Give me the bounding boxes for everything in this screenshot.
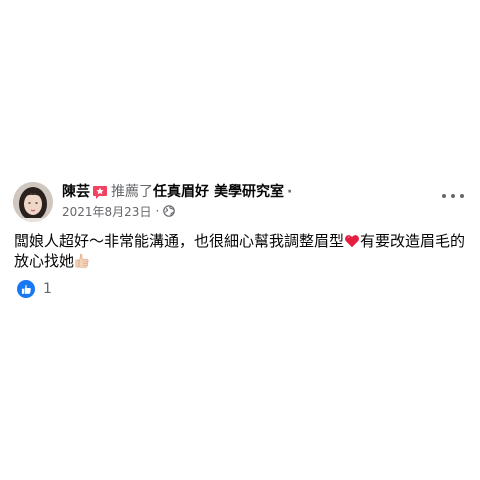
post-card: 陳芸 推薦了 任真眉好 美學研究室 · 2021年8月23日 · 闆娘人超好～非…: [0, 178, 480, 303]
recommend-verb: 推薦了: [111, 184, 153, 200]
post-date[interactable]: 2021年8月23日: [62, 203, 151, 220]
more-icon-dot: [451, 194, 455, 198]
reaction-count: 1: [43, 281, 52, 297]
reactions-bar[interactable]: 1: [17, 280, 52, 298]
header-dot: ·: [287, 184, 293, 200]
recommend-icon: [92, 184, 108, 200]
post-meta: 2021年8月23日 ·: [62, 203, 176, 220]
author-name[interactable]: 陳芸: [62, 182, 90, 202]
more-icon-dot: [460, 194, 464, 198]
thumbs-up-icon: [74, 253, 90, 269]
like-icon: [17, 280, 35, 298]
heart-icon: [344, 233, 360, 249]
meta-dot: ·: [155, 204, 160, 218]
page-name-link-2[interactable]: 美學研究室: [214, 182, 284, 202]
post-header: 陳芸 推薦了 任真眉好 美學研究室 ·: [62, 182, 292, 202]
globe-icon: [163, 205, 176, 217]
page-name-link[interactable]: 任真眉好: [153, 182, 209, 202]
more-icon-dot: [442, 194, 446, 198]
avatar-image: [13, 182, 53, 222]
more-options-button[interactable]: [442, 190, 464, 202]
avatar[interactable]: [13, 182, 53, 222]
post-text-part1: 闆娘人超好～非常能溝通，也很細心幫我調整眉型: [14, 232, 345, 250]
post-text: 闆娘人超好～非常能溝通，也很細心幫我調整眉型 有要改造眉毛的放心找她: [14, 231, 466, 271]
